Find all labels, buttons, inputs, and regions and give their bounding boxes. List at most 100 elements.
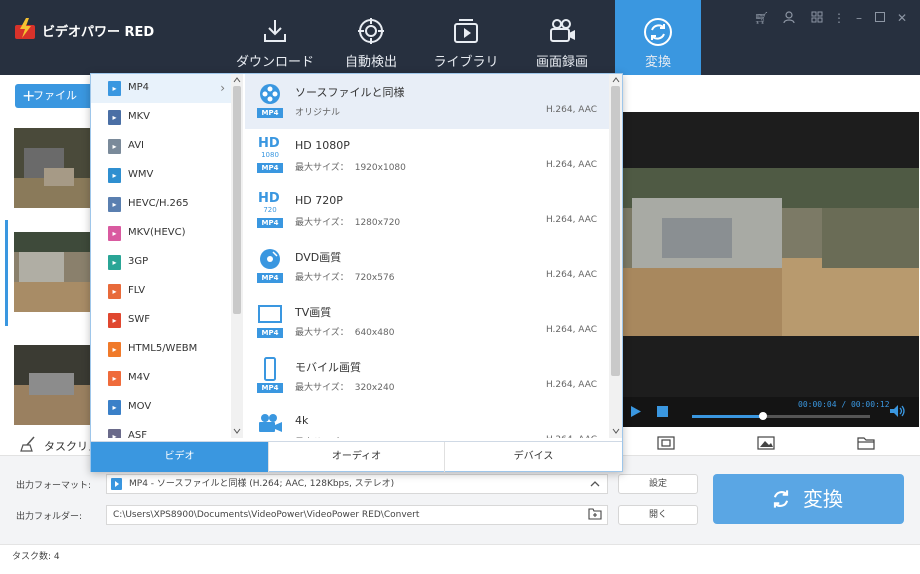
format-icon [111,478,122,490]
scroll-down-icon[interactable] [233,428,241,434]
chevron-right-icon: › [220,81,225,95]
tab-audio[interactable]: オーディオ [268,442,444,472]
preset-item[interactable]: MP4 TV画質最大サイズ： 640x480 H.264, AAC [245,294,609,349]
format-category-label: FLV [128,285,146,296]
tab-convert[interactable]: 変換 [615,0,701,75]
more-icon[interactable]: ⋮ [832,11,846,25]
preset-item[interactable]: MP4 モバイル画質 最大サイズ： 320x240 H.264, AAC [245,349,609,404]
minimize-icon[interactable]: – [852,11,866,25]
close-icon[interactable]: ✕ [895,11,909,25]
format-category-label: MP4 [128,82,150,93]
format-category-item[interactable]: ▸ AVI [91,132,231,161]
preset-codec: H.264, AAC [545,160,597,170]
user-icon[interactable] [782,11,796,25]
crop-icon[interactable] [657,436,675,450]
tab-library[interactable]: ライブラリ [422,0,510,75]
preset-subtitle: 最大サイズ： 320x240 [295,380,394,393]
tab-device[interactable]: デバイス [444,442,622,472]
convert-icon [644,18,672,46]
size-value: 1280x720 [354,218,401,228]
format-category-item[interactable]: ▸ FLV [91,277,231,306]
tab-video[interactable]: ビデオ [91,442,268,472]
category-scroll-thumb[interactable] [233,86,241,314]
preset-subtitle: 最大サイズ： 1920x1080 [295,160,406,173]
format-category-label: 3GP [128,256,149,267]
format-category-label: MOV [128,401,152,412]
output-folder-field[interactable]: C:\Users\XPS8900\Documents\VideoPower\Vi… [106,505,608,525]
mp4-tag: MP4 [257,108,283,118]
open-folder-button[interactable]: 開く [618,505,698,525]
format-file-icon: ▸ [108,400,121,415]
add-file-label: ファイル [33,89,77,102]
status-bar [0,544,920,574]
video-thumbnail[interactable] [14,345,94,425]
preset-codec: H.264, AAC [545,325,597,335]
format-file-icon: ▸ [108,139,121,154]
output-format-select[interactable]: MP4 - ソースファイルと同様 (H.264; AAC, 128Kbps, ス… [106,474,608,494]
preset-codec: H.264, AAC [545,105,597,115]
preset-title: モバイル画質 [295,361,361,374]
format-category-item[interactable]: ▸ 3GP [91,248,231,277]
resolution-label: 1080 [261,151,279,159]
size-label: 最大サイズ： [295,273,349,283]
dvd-icon: MP4 [257,247,283,283]
format-category-item[interactable]: ▸ SWF [91,306,231,335]
format-category-item[interactable]: ▸ HTML5/WEBM [91,335,231,364]
format-category-item[interactable]: ▸ HEVC/H.265 [91,190,231,219]
video-thumbnail[interactable] [14,232,94,312]
maximize-icon[interactable] [873,11,887,25]
grid-icon[interactable] [810,11,824,25]
format-category-label: AVI [128,140,144,151]
format-category-item[interactable]: ▸ ASF [91,422,231,438]
cart-icon[interactable]: 🛒︎ [754,11,769,25]
format-file-icon: ▸ [108,255,121,270]
scroll-up-icon[interactable] [233,77,241,83]
selection-indicator [5,220,8,326]
output-format-value: MP4 - ソースファイルと同様 (H.264; AAC, 128Kbps, ス… [129,479,395,489]
settings-button[interactable]: 設定 [618,474,698,494]
preset-title: 4k [295,414,309,427]
format-file-icon: ▸ [108,110,121,125]
tab-label: 変換 [644,55,671,70]
tv-icon: MP4 [257,302,283,338]
film-reel-icon: MP4 [257,82,283,118]
format-category-item[interactable]: ▸ WMV [91,161,231,190]
tab-auto-detect[interactable]: 自動検出 [328,0,414,75]
browse-folder-icon[interactable] [588,508,602,520]
broom-icon[interactable] [20,436,38,452]
preset-subtitle: 最大サイズ： 640x480 [295,325,394,338]
format-category-item[interactable]: ▸ MKV(HEVC) [91,219,231,248]
mp4-tag: MP4 [257,218,283,228]
tab-screen-record[interactable]: 画面録画 [518,0,606,75]
tab-download[interactable]: ダウンロード [232,0,318,75]
library-icon [454,19,478,43]
format-category-item[interactable]: ▸ M4V [91,364,231,393]
tab-label: 画面録画 [535,55,588,70]
add-file-button[interactable]: + ファイル [15,84,95,108]
format-category-item[interactable]: ▸ MKV [91,103,231,132]
preset-item[interactable]: MP4 DVD画質 最大サイズ： 720x576 H.264, AAC [245,239,609,294]
preset-title: TV画質 [295,306,332,319]
format-category-item[interactable]: ▸ MP4 › [91,74,231,103]
preset-scroll-thumb[interactable] [611,86,620,376]
volume-icon[interactable] [889,404,906,418]
format-file-icon: ▸ [108,226,121,241]
play-icon[interactable] [630,405,642,418]
stop-icon[interactable] [657,406,668,417]
scroll-down-icon[interactable] [612,428,620,434]
snapshot-icon[interactable] [757,436,775,450]
preset-item[interactable]: 4k 最大サイズ：4096x2160 H.264, AAC [245,404,609,438]
video-thumbnail[interactable] [14,128,94,208]
convert-button[interactable]: 変換 [713,474,904,524]
format-category-item[interactable]: ▸ MOV [91,393,231,422]
preset-item[interactable]: HD 1080 MP4 HD 1080P 最大サイズ： 1920x1080 H.264, A… [245,129,609,184]
hd-1080-icon: HD 1080 MP4 [257,137,283,173]
format-file-icon: ▸ [108,168,121,183]
mp4-tag: MP4 [257,163,283,173]
size-value: 1920x1080 [354,163,406,173]
preset-item[interactable]: MP4 ソースファイルと同様 オリジナル H.264, AAC [245,74,609,129]
preset-item[interactable]: HD 720 MP4 HD 720P 最大サイズ： 1280x720 H.264, AAC [245,184,609,239]
chevron-up-icon[interactable] [590,480,600,487]
folder-icon[interactable] [857,436,875,450]
scroll-up-icon[interactable] [612,77,620,83]
